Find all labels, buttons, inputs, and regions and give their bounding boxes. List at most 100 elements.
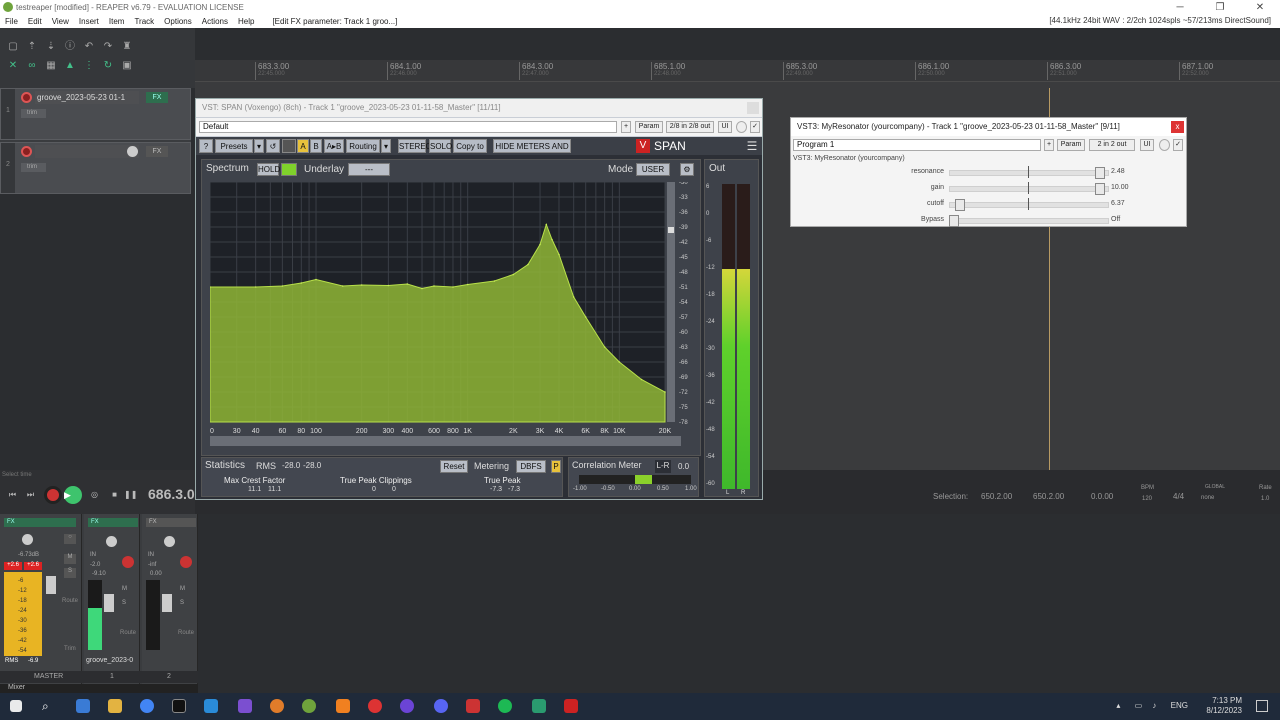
resonator-bypass-icon[interactable] bbox=[1159, 139, 1170, 151]
master-peak-left[interactable]: +2.6 bbox=[4, 562, 22, 570]
vscode-icon[interactable] bbox=[204, 699, 218, 713]
track2-fader[interactable] bbox=[162, 594, 172, 612]
record-arm-button[interactable] bbox=[21, 146, 32, 157]
tray-chevron-icon[interactable]: ▴ bbox=[1116, 701, 1120, 710]
app-icon-3[interactable] bbox=[368, 699, 382, 713]
a-to-b-button[interactable]: A▸B bbox=[324, 139, 344, 153]
master-pan-knob[interactable] bbox=[22, 534, 33, 545]
volume-icon[interactable]: ♪ bbox=[1152, 701, 1156, 710]
time-signature[interactable]: 4/4 bbox=[1173, 492, 1184, 501]
a-button[interactable]: A bbox=[297, 139, 309, 153]
rate-value[interactable]: 1.0 bbox=[1261, 496, 1269, 502]
project-settings-icon[interactable]: ⓘ bbox=[63, 40, 77, 54]
stop-button[interactable]: ■ bbox=[108, 488, 121, 501]
program-select[interactable]: Program 1 bbox=[793, 139, 1041, 151]
timeline-ruler[interactable]: 683.3.00 22:45.000 684.1.00 22:46.000 684.3.… bbox=[195, 60, 1280, 82]
redo-icon[interactable]: ↷ bbox=[101, 40, 115, 54]
resonator-param-button[interactable]: Param bbox=[1057, 139, 1085, 151]
undo-slot-icon[interactable] bbox=[282, 139, 296, 153]
track1-fader[interactable] bbox=[104, 594, 114, 612]
copy-to-button[interactable]: Copy to bbox=[453, 139, 487, 153]
track1-route-button[interactable]: Route bbox=[120, 630, 136, 636]
app-icon-6[interactable] bbox=[564, 699, 578, 713]
param-value[interactable]: Off bbox=[1111, 216, 1120, 223]
resonance-slider-track[interactable] bbox=[949, 170, 1109, 176]
save-project-icon[interactable]: ⇣ bbox=[44, 40, 58, 54]
language-indicator[interactable]: ENG bbox=[1171, 701, 1188, 710]
track1-name[interactable]: groove_2023-0 bbox=[86, 657, 140, 664]
menu-help[interactable]: Help bbox=[233, 17, 259, 26]
repeat-icon[interactable]: ◎ bbox=[88, 488, 101, 501]
spotify-icon[interactable] bbox=[498, 699, 512, 713]
track1-pan-knob[interactable] bbox=[106, 536, 117, 547]
trim-button[interactable]: trim bbox=[21, 163, 46, 172]
visual-studio-icon[interactable] bbox=[238, 699, 252, 713]
record-button[interactable] bbox=[44, 486, 62, 504]
bypass-slider-thumb[interactable] bbox=[949, 215, 959, 227]
master-fader[interactable] bbox=[46, 576, 56, 594]
volume-knob[interactable] bbox=[127, 146, 138, 157]
open-project-icon[interactable]: ⇡ bbox=[25, 40, 39, 54]
metering-select[interactable]: DBFS bbox=[516, 460, 546, 473]
track-name[interactable]: groove_2023-05-23 01-1 bbox=[35, 91, 139, 104]
menu-file[interactable]: File bbox=[0, 17, 23, 26]
menu-options[interactable]: Options bbox=[159, 17, 197, 26]
spectrum-chart[interactable]: 20 30 40 60 80 100 200 300 400 600 800 1K 2K 3K 4K 6K 8K… bbox=[210, 182, 698, 454]
underlay-select[interactable]: --- bbox=[348, 163, 390, 176]
metronome-icon[interactable]: ♜ bbox=[120, 40, 134, 54]
item-grouping-icon[interactable]: ▦ bbox=[44, 59, 58, 73]
notifications-icon[interactable] bbox=[1256, 700, 1268, 712]
track2-route-button[interactable]: Route bbox=[178, 630, 194, 636]
master-trim-button[interactable]: Trim bbox=[64, 646, 76, 652]
track1-fx-button[interactable]: FX bbox=[88, 518, 138, 527]
cutoff-slider-thumb[interactable] bbox=[955, 199, 965, 211]
gain-slider-track[interactable] bbox=[949, 186, 1109, 192]
new-project-icon[interactable]: ▢ bbox=[6, 40, 20, 54]
master-route-button[interactable]: Route bbox=[62, 598, 78, 604]
record-arm-button[interactable] bbox=[21, 92, 32, 103]
bpm-value[interactable]: 120 bbox=[1142, 496, 1152, 502]
bypass-knob-icon[interactable] bbox=[736, 121, 747, 133]
menu-view[interactable]: View bbox=[47, 17, 74, 26]
menu-icon[interactable]: ☰ bbox=[744, 139, 760, 153]
presets-arrow-icon[interactable]: ▾ bbox=[254, 139, 264, 153]
track1-mute-button[interactable]: M bbox=[122, 586, 127, 592]
audio-device-info[interactable]: [44.1kHz 24bit WAV : 2/2ch 1024spls ~57/… bbox=[1044, 16, 1276, 25]
track2-in-label[interactable]: IN bbox=[148, 552, 154, 558]
discord-icon[interactable] bbox=[434, 699, 448, 713]
chrome-icon[interactable] bbox=[140, 699, 154, 713]
track2-record-arm[interactable] bbox=[180, 556, 192, 568]
master-mute-button[interactable]: M bbox=[64, 554, 76, 564]
bypass-slider-track[interactable] bbox=[949, 218, 1109, 224]
routing-arrow-icon[interactable]: ▾ bbox=[381, 139, 391, 153]
file-explorer-icon[interactable] bbox=[108, 699, 122, 713]
track1-in-label[interactable]: IN bbox=[90, 552, 96, 558]
b-button[interactable]: B bbox=[310, 139, 322, 153]
hold-button[interactable]: HOLD bbox=[257, 163, 280, 176]
app-icon-5[interactable] bbox=[532, 699, 546, 713]
color-app-icon[interactable] bbox=[270, 699, 284, 713]
master-phase-button[interactable]: ○ bbox=[64, 534, 76, 544]
resonator-io-button[interactable]: 2 in 2 out bbox=[1089, 139, 1135, 151]
menu-edit[interactable]: Edit bbox=[23, 17, 47, 26]
selection-end[interactable]: 650.2.00 bbox=[1033, 492, 1064, 501]
resonator-ui-button[interactable]: UI bbox=[1140, 139, 1154, 151]
track1-solo-button[interactable]: S bbox=[122, 600, 126, 606]
stereo-button[interactable]: STEREO bbox=[398, 139, 432, 153]
pause-button[interactable]: ❚❚ bbox=[124, 488, 137, 501]
restore-button[interactable]: ❐ bbox=[1200, 0, 1240, 15]
loop-icon[interactable]: ↻ bbox=[101, 59, 115, 73]
track2-mute-button[interactable]: M bbox=[180, 586, 185, 592]
github-icon[interactable] bbox=[400, 699, 414, 713]
add-program-button[interactable]: + bbox=[1044, 139, 1054, 151]
settings-gear-icon[interactable]: ⚙ bbox=[680, 163, 694, 176]
auto-crossfade-icon[interactable]: ▲ bbox=[63, 59, 77, 73]
cutoff-slider-track[interactable] bbox=[949, 202, 1109, 208]
preset-select[interactable]: Default bbox=[199, 121, 617, 133]
menu-track[interactable]: Track bbox=[129, 17, 159, 26]
lock-icon[interactable]: ▣ bbox=[120, 59, 134, 73]
go-end-icon[interactable]: ⏭ bbox=[24, 488, 37, 501]
presets-button[interactable]: Presets bbox=[215, 139, 253, 153]
track2-fx-button[interactable]: FX bbox=[146, 518, 196, 527]
mode-select[interactable]: USER bbox=[636, 163, 670, 176]
